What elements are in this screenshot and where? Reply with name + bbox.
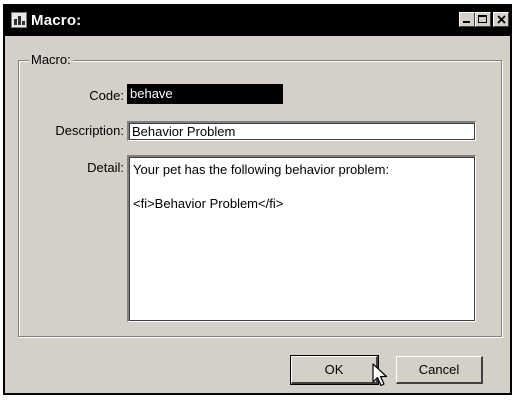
app-chart-icon <box>11 12 27 28</box>
cancel-button[interactable]: Cancel <box>396 356 483 384</box>
mouse-pointer-icon <box>372 363 388 387</box>
ok-button[interactable]: OK <box>290 355 379 385</box>
minimize-icon <box>463 21 470 23</box>
description-input[interactable]: Behavior Problem <box>127 121 476 141</box>
detail-textarea[interactable]: Your pet has the following behavior prob… <box>127 155 476 322</box>
detail-blank-line <box>133 178 471 195</box>
maximize-icon <box>478 15 487 23</box>
groupbox-label: Macro: <box>29 52 73 67</box>
detail-line-3: <fi>Behavior Problem</fi> <box>133 196 284 211</box>
description-label: Description: <box>55 123 124 138</box>
window-title: Macro: <box>31 12 82 29</box>
close-button[interactable] <box>493 12 509 27</box>
detail-label: Detail: <box>87 160 124 175</box>
code-label: Code: <box>89 88 124 103</box>
code-input[interactable]: behave <box>127 84 283 104</box>
title-bar[interactable]: Macro: <box>5 6 510 36</box>
close-icon <box>497 15 506 24</box>
minimize-button[interactable] <box>459 12 475 27</box>
detail-line-1: Your pet has the following behavior prob… <box>133 162 390 177</box>
maximize-button[interactable] <box>475 12 491 27</box>
